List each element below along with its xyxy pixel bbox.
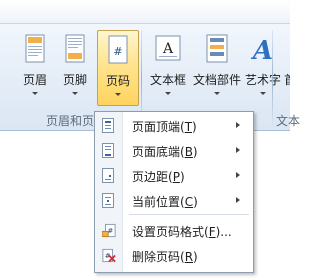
group-divider xyxy=(272,30,273,128)
menu-item-format-page-numbers[interactable]: # 设置页码格式(F)... xyxy=(95,218,253,243)
menu-separator xyxy=(129,214,249,215)
drop-cap-button[interactable]: 首 xyxy=(282,30,290,106)
menu-item-label: 删除页码(R) xyxy=(132,250,198,264)
footer-icon xyxy=(65,34,85,63)
svg-text:A: A xyxy=(250,36,273,64)
chevron-down-icon xyxy=(260,92,266,95)
footer-button-label: 页脚 xyxy=(62,73,87,87)
page-number-button[interactable]: # 页码 xyxy=(97,30,139,106)
chevron-down-icon xyxy=(115,93,121,96)
menu-item-remove-page-numbers[interactable]: # 删除页码(R) xyxy=(95,243,253,268)
menu-item-page-margins[interactable]: 页边距(P) xyxy=(95,163,253,188)
menu-item-label: 当前位置(C) xyxy=(132,195,198,209)
drop-cap-button-label: 首 xyxy=(284,71,290,88)
chevron-down-icon xyxy=(72,92,78,95)
chevron-down-icon xyxy=(32,92,38,95)
wordart-button-label: 艺术字 xyxy=(244,73,281,87)
chevron-right-icon xyxy=(236,172,240,178)
menu-item-label: 设置页码格式(F)... xyxy=(132,225,232,239)
chevron-right-icon xyxy=(236,147,240,153)
svg-text:#: # xyxy=(113,45,122,58)
menu-item-bottom-of-page[interactable]: 页面底端(B) xyxy=(95,138,253,163)
menu-item-top-of-page[interactable]: 页面顶端(T) xyxy=(95,113,253,138)
page-number-button-label: 页码 xyxy=(105,74,130,88)
menu-item-label: 页面顶端(T) xyxy=(132,120,197,134)
format-page-number-icon: # xyxy=(102,223,116,238)
chevron-down-icon xyxy=(165,92,171,95)
menu-item-current-position[interactable]: 当前位置(C) xyxy=(95,188,253,213)
page-top-icon xyxy=(102,118,114,133)
menu-item-label: 页面底端(B) xyxy=(132,145,198,159)
wordart-button[interactable]: A 艺术字 xyxy=(244,30,282,106)
ribbon-top-strip xyxy=(0,0,290,24)
page-margin-icon xyxy=(102,168,114,183)
page-current-position-icon xyxy=(102,193,114,208)
text-box-button[interactable]: A 文本框 xyxy=(148,30,188,106)
header-button-label: 页眉 xyxy=(22,73,47,87)
text-group-label: 文本 xyxy=(276,114,301,128)
text-box-icon: A xyxy=(155,35,181,61)
quick-parts-button-label: 文档部件 xyxy=(192,73,241,87)
remove-page-number-icon: # xyxy=(102,248,116,263)
page-number-icon: # xyxy=(108,35,128,64)
header-button[interactable]: 页眉 xyxy=(18,30,52,106)
chevron-right-icon xyxy=(236,122,240,128)
quick-parts-icon xyxy=(206,34,228,63)
header-icon xyxy=(25,34,45,63)
page-bottom-icon xyxy=(102,143,114,158)
text-box-button-label: 文本框 xyxy=(149,73,186,87)
chevron-right-icon xyxy=(236,197,240,203)
footer-button[interactable]: 页脚 xyxy=(58,30,92,106)
chevron-down-icon xyxy=(214,92,220,95)
svg-text:A: A xyxy=(162,41,174,57)
menu-item-label: 页边距(P) xyxy=(132,170,185,184)
page-number-menu: 页面顶端(T) 页面底端(B) 页边距(P) 当前位置(C) # 设置页码格式(… xyxy=(94,111,254,273)
quick-parts-button[interactable]: 文档部件 xyxy=(192,30,242,106)
